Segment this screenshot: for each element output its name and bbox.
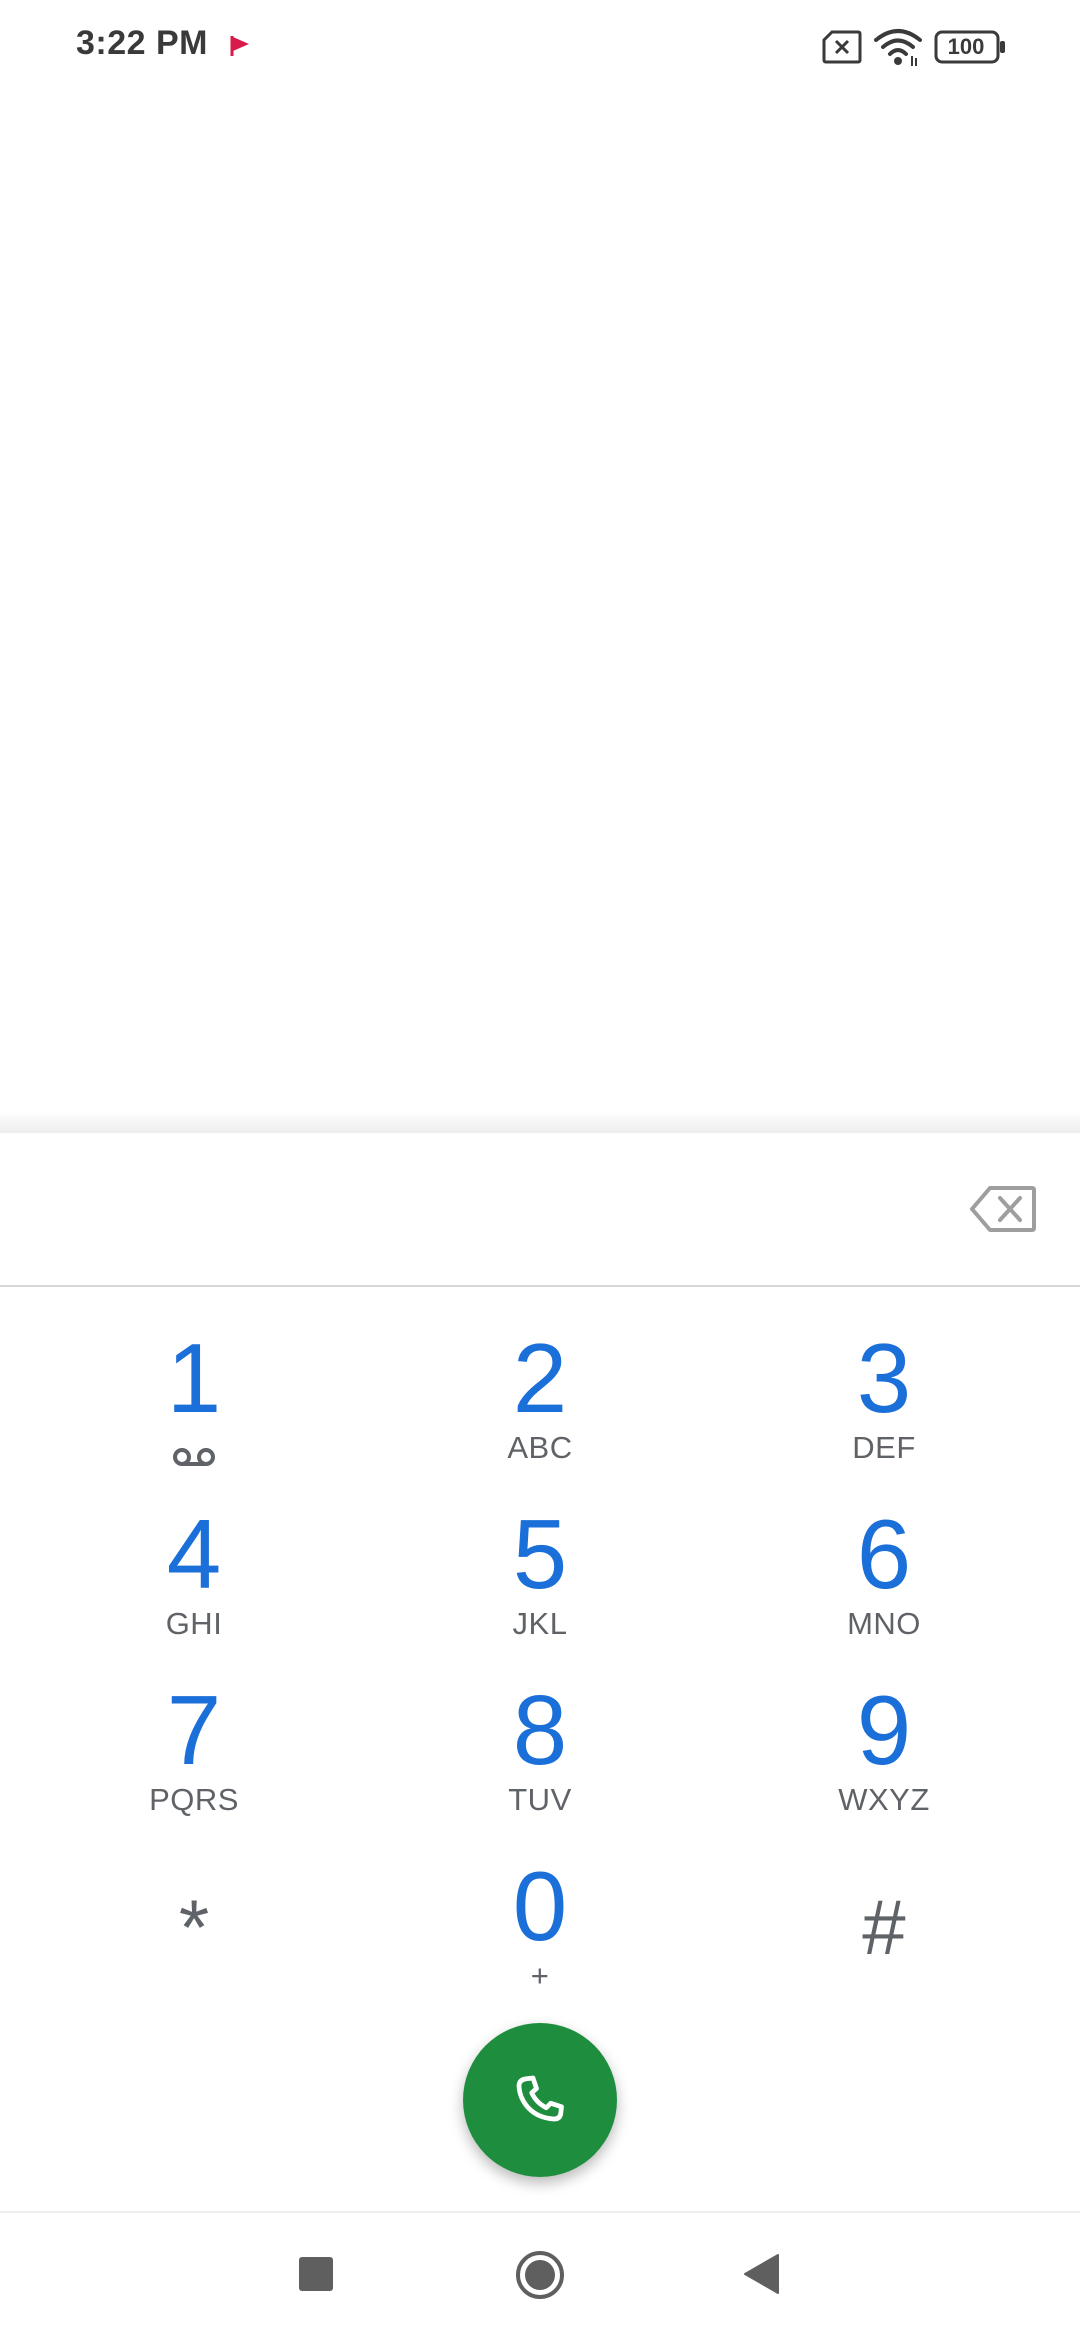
call-button[interactable] <box>463 2023 617 2177</box>
dialpad-key-5[interactable]: 5 JKL <box>390 1494 690 1654</box>
voicemail-icon <box>173 1448 215 1466</box>
key-digit: 9 <box>856 1675 912 1785</box>
status-time: 3:22 PM <box>76 24 208 62</box>
key-letters: MNO <box>847 1606 921 1641</box>
key-digit: 4 <box>166 1499 222 1609</box>
wifi-icon <box>874 29 922 66</box>
battery-icon: 100 <box>934 30 1006 64</box>
key-symbol: * <box>178 1883 210 1971</box>
key-digit: 0 <box>512 1851 568 1961</box>
dialpad-key-2[interactable]: 2 ABC <box>390 1318 690 1478</box>
phone-icon <box>516 2075 564 2122</box>
key-letters: ABC <box>507 1430 573 1465</box>
dialpad-key-pound[interactable]: # <box>734 1846 1034 2006</box>
dialpad-key-9[interactable]: 9 WXYZ <box>734 1670 1034 1830</box>
key-symbol: # <box>862 1883 906 1971</box>
navigation-bar <box>0 2211 1080 2340</box>
key-letters: GHI <box>165 1606 223 1641</box>
backspace-icon[interactable] <box>970 1185 1036 1233</box>
sheet-shadow <box>0 1111 1080 1133</box>
key-digit: 2 <box>512 1323 568 1433</box>
key-digit: 1 <box>166 1323 222 1433</box>
recents-icon[interactable] <box>299 2257 333 2291</box>
dialpad-key-1[interactable]: 1 <box>44 1318 344 1478</box>
status-bar: 3:22 PM 100 <box>0 0 1080 96</box>
back-icon[interactable] <box>742 2253 780 2295</box>
key-digit: 6 <box>856 1499 912 1609</box>
battery-level: 100 <box>947 34 985 59</box>
key-digit: 5 <box>512 1499 568 1609</box>
content-area <box>0 96 1080 1111</box>
key-letters: + <box>530 1958 550 1993</box>
dialpad-key-3[interactable]: 3 DEF <box>734 1318 1034 1478</box>
dialpad-key-7[interactable]: 7 PQRS <box>44 1670 344 1830</box>
key-digit: 8 <box>512 1675 568 1785</box>
key-letters: DEF <box>852 1430 916 1465</box>
key-letters: JKL <box>512 1606 568 1641</box>
dialpad-key-star[interactable]: * <box>44 1846 344 2006</box>
key-letters: PQRS <box>149 1782 239 1817</box>
home-icon[interactable] <box>514 2249 566 2301</box>
dialpad-key-8[interactable]: 8 TUV <box>390 1670 690 1830</box>
key-letters: WXYZ <box>838 1782 930 1817</box>
key-letters: TUV <box>508 1782 572 1817</box>
number-field <box>0 1133 1080 1287</box>
flag-icon <box>230 36 249 56</box>
dialer-screen: 3:22 PM 100 1 2 ABC 3 DEF 4 GHI 5 JKL 6 … <box>0 0 1080 2340</box>
dialpad-key-0[interactable]: 0 + <box>390 1846 690 2006</box>
key-digit: 3 <box>856 1323 912 1433</box>
sim-missing-icon <box>822 30 862 64</box>
key-digit: 7 <box>166 1675 222 1785</box>
dialpad-key-4[interactable]: 4 GHI <box>44 1494 344 1654</box>
dialed-number[interactable] <box>60 1173 920 1253</box>
dialpad-key-6[interactable]: 6 MNO <box>734 1494 1034 1654</box>
